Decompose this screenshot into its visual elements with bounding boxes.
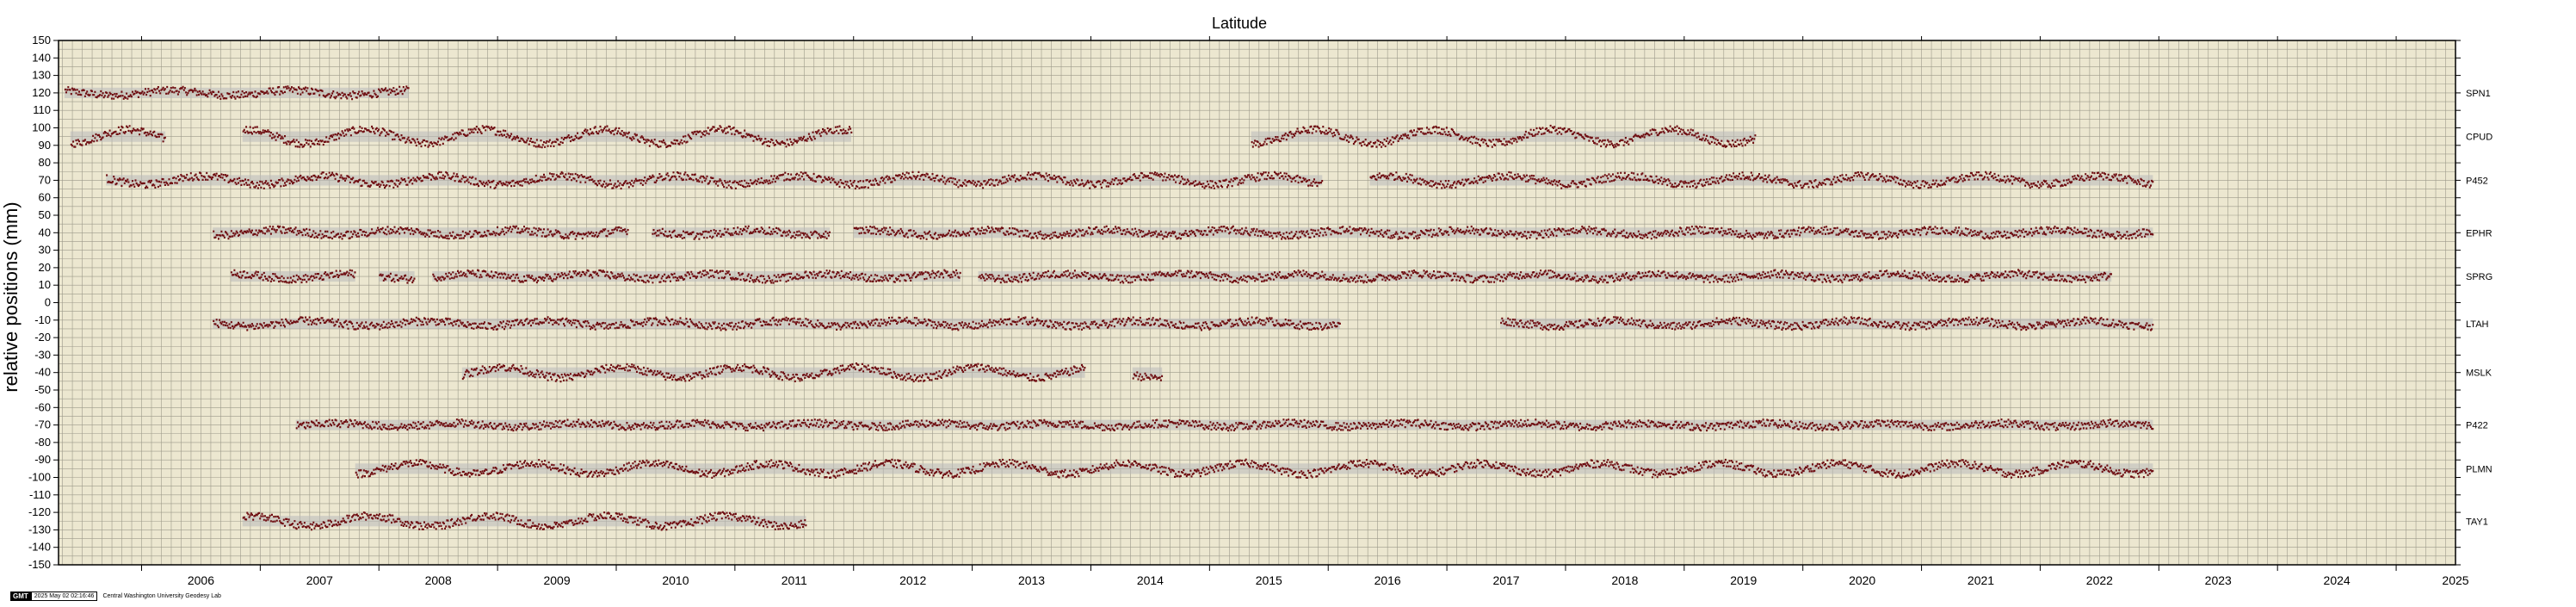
y-tick-label: -120	[28, 505, 51, 518]
chart-title: Latitude	[1212, 15, 1267, 32]
y-tick-label: -50	[34, 383, 51, 396]
credit: Central Washington University Geodesy La…	[102, 593, 221, 599]
x-tick-label: 2007	[306, 573, 333, 587]
x-tick-label: 2011	[781, 573, 807, 587]
x-tick-label: 2022	[2086, 573, 2113, 587]
y-tick-label: -70	[34, 418, 51, 431]
station-label: PLMN	[2466, 464, 2493, 474]
y-tick-label: 70	[39, 173, 51, 186]
x-tick-label: 2010	[662, 573, 689, 587]
y-tick-label: 120	[32, 86, 51, 99]
y-tick-label: 40	[39, 226, 51, 238]
y-tick-label: -100	[28, 471, 51, 484]
y-tick-label: 130	[32, 69, 51, 82]
x-tick-label: 2015	[1256, 573, 1282, 587]
y-tick-label: 10	[39, 278, 51, 291]
x-tick-label: 2021	[1968, 573, 1994, 587]
x-tick-label: 2016	[1374, 573, 1401, 587]
station-label: P422	[2466, 421, 2488, 431]
y-tick-label: 30	[39, 244, 51, 257]
error-band	[242, 516, 806, 527]
station-label: TAY1	[2466, 517, 2488, 527]
x-tick-label: 2025	[2442, 573, 2468, 587]
y-tick-label: -20	[34, 331, 51, 344]
station-label: LTAH	[2466, 319, 2489, 330]
error-band	[461, 367, 1085, 378]
timestamp: 2025 May 02 02:16:46	[30, 592, 98, 601]
station-label: EPHR	[2466, 228, 2493, 238]
station-label: P452	[2466, 176, 2488, 186]
x-tick-label: 2013	[1018, 573, 1045, 587]
y-tick-label: -130	[28, 523, 51, 536]
x-tick-label: 2006	[188, 573, 214, 587]
y-tick-label: -10	[34, 313, 51, 326]
y-tick-label: 20	[39, 261, 51, 274]
station-label: MSLK	[2466, 369, 2493, 379]
x-tick-label: 2019	[1730, 573, 1757, 587]
y-tick-label: -90	[34, 453, 51, 466]
y-tick-label: -150	[28, 558, 51, 571]
x-tick-label: 2020	[1849, 573, 1875, 587]
x-tick-label: 2008	[425, 573, 452, 587]
y-tick-label: 110	[33, 103, 51, 116]
station-label: SPRG	[2466, 272, 2493, 282]
y-tick-label: -140	[28, 541, 51, 554]
x-tick-label: 2018	[1611, 573, 1638, 587]
y-tick-label: 140	[32, 51, 51, 64]
station-label: CPUD	[2466, 133, 2493, 143]
gmt-logo: GMT	[10, 592, 31, 601]
x-tick-label: 2012	[899, 573, 926, 587]
y-tick-label: 90	[39, 139, 51, 152]
timeseries-chart: -150-140-130-120-110-100-90-80-70-60-50-…	[0, 15, 2493, 587]
y-tick-label: 80	[39, 156, 51, 169]
y-tick-label: 0	[45, 296, 51, 309]
x-tick-label: 2017	[1492, 573, 1519, 587]
x-tick-label: 2009	[543, 573, 570, 587]
footer: GMT 2025 May 02 02:16:46 Central Washing…	[10, 592, 221, 601]
y-tick-label: 50	[39, 208, 51, 221]
x-tick-label: 2024	[2324, 573, 2351, 587]
y-tick-label: 100	[32, 121, 51, 134]
y-tick-label: -60	[34, 400, 51, 413]
station-labels: SPN1 CPUD P452 EPHR SPRG LTAH MSLK P422 PLMN TAY1	[2466, 89, 2493, 527]
x-tick-label: 2023	[2205, 573, 2232, 587]
y-tick-label: 60	[39, 191, 51, 204]
station-label: SPN1	[2466, 89, 2491, 99]
y-tick-label: -30	[34, 348, 51, 361]
y-axis-label: relative positions (mm)	[0, 201, 22, 392]
y-tick-label: -80	[34, 436, 51, 449]
grid-lines	[59, 40, 2456, 566]
y-tick-label: 150	[32, 34, 51, 46]
x-tick-label: 2014	[1137, 573, 1164, 587]
y-tick-label: -110	[29, 488, 51, 501]
y-tick-label: -40	[34, 366, 51, 379]
